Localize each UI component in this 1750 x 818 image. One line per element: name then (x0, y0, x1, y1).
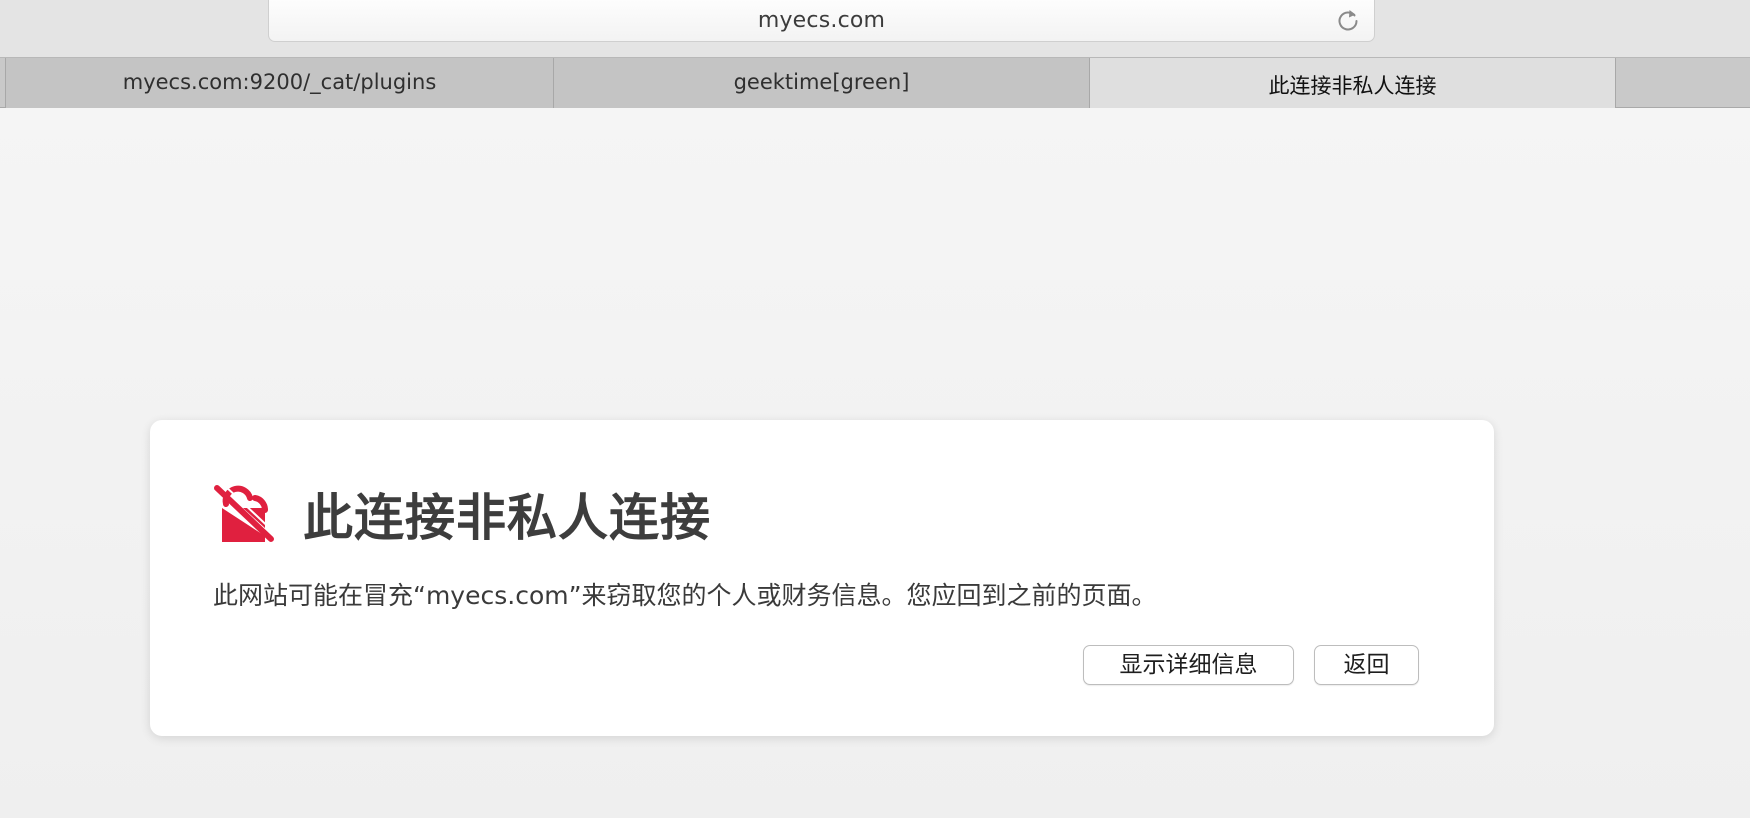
show-details-button[interactable]: 显示详细信息 (1083, 645, 1294, 685)
broken-lock-icon (214, 484, 275, 542)
tab-cat-plugins[interactable]: myecs.com:9200/_cat/plugins (5, 58, 554, 108)
tab-label: myecs.com:9200/_cat/plugins (122, 70, 437, 94)
tab-label: geektime[green] (733, 70, 910, 94)
address-bar-url[interactable]: myecs.com (269, 8, 1374, 33)
warning-message: 此网站可能在冒充“myecs.com”来窃取您的个人或财务信息。您应回到之前的页… (213, 581, 1157, 610)
browser-toolbar: myecs.com (0, 0, 1750, 57)
address-bar[interactable]: myecs.com (268, 0, 1375, 42)
privacy-warning-card: 此连接非私人连接 此网站可能在冒充“myecs.com”来窃取您的个人或财务信息… (150, 420, 1494, 736)
tab-geektime[interactable]: geektime[green] (553, 58, 1090, 108)
tab-bar: myecs.com:9200/_cat/plugins geektime[gre… (0, 57, 1750, 108)
reload-icon[interactable] (1334, 6, 1362, 34)
tab-label: 此连接非私人连接 (1268, 74, 1437, 98)
warning-title: 此连接非私人连接 (303, 489, 711, 547)
tab-privacy-warning[interactable]: 此连接非私人连接 (1089, 58, 1616, 108)
go-back-button[interactable]: 返回 (1314, 645, 1419, 685)
